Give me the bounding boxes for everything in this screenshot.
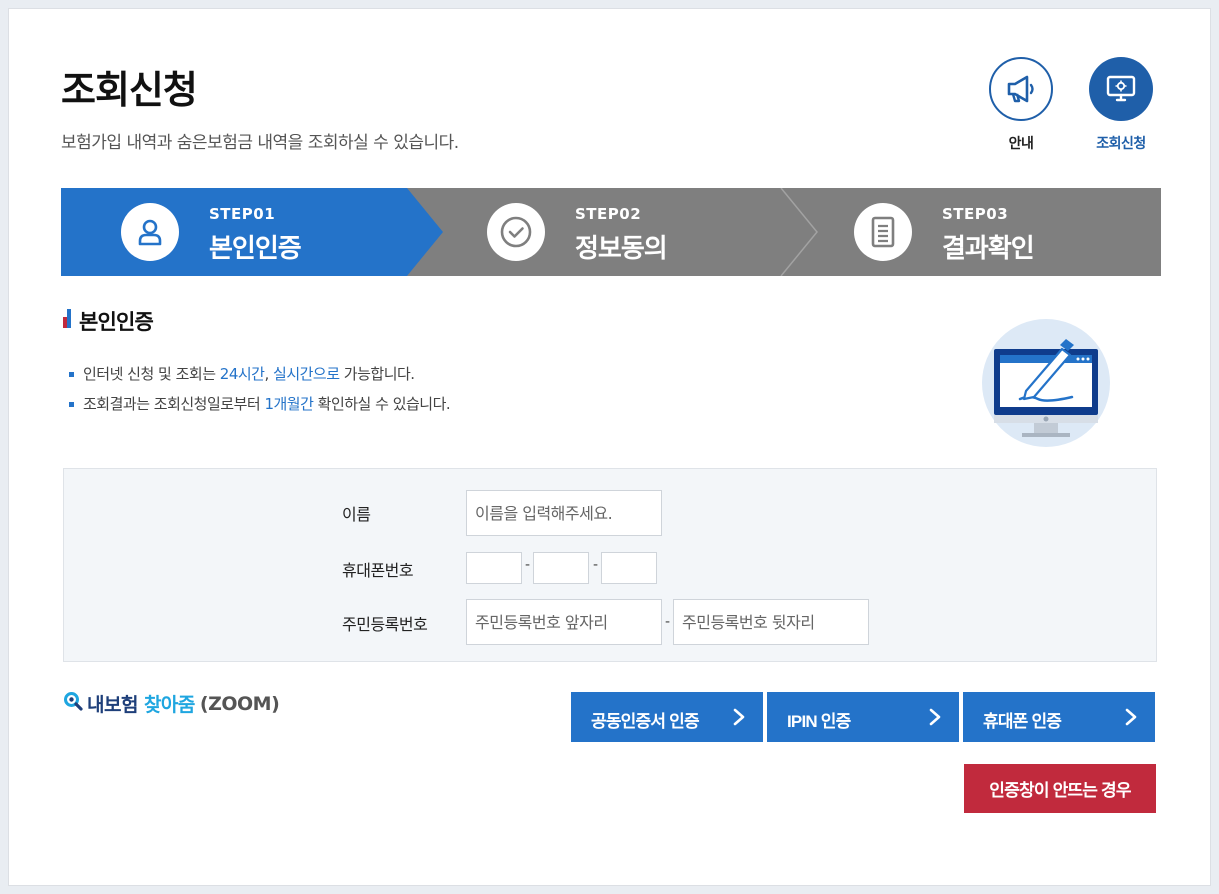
- step-3-name: 결과확인: [942, 234, 1035, 264]
- section-marker: [63, 309, 71, 328]
- chevron-right-icon: [929, 708, 941, 731]
- auth-form: 이름 휴대폰번호 - - 주민등록번호 -: [63, 468, 1157, 662]
- zoom-logo: 내보험 찾아줌 (ZOOM): [63, 690, 280, 717]
- step-1: STEP01 본인인증: [61, 188, 443, 276]
- guide-button-label: 안내: [1008, 136, 1034, 152]
- phone-separator: -: [525, 557, 531, 573]
- section-title: 본인인증: [63, 306, 154, 336]
- zoom-logo-part1: 내보험: [87, 694, 138, 716]
- magnifier-icon: [63, 691, 83, 716]
- list-item: 인터넷 신청 및 조회는 24시간, 실시간으로 가능합니다.: [67, 359, 450, 389]
- step-2-number: STEP02: [575, 205, 642, 223]
- phone-middle-input[interactable]: [533, 552, 589, 584]
- name-label: 이름: [342, 505, 371, 524]
- rrn-front-input[interactable]: [466, 599, 662, 645]
- zoom-logo-part3: (ZOOM): [199, 692, 280, 715]
- step-1-name: 본인인증: [209, 234, 302, 264]
- chevron-right-icon: [1125, 708, 1137, 731]
- list-item: 조회결과는 조회신청일로부터 1개월간 확인하실 수 있습니다.: [67, 389, 451, 419]
- step-2: STEP02 정보동의: [427, 188, 793, 276]
- ipin-auth-button[interactable]: IPIN 인증: [767, 692, 959, 742]
- popup-not-showing-button[interactable]: 인증창이 안뜨는 경우: [964, 764, 1156, 813]
- step-3: STEP03 결과확인: [794, 188, 1160, 276]
- step-2-name: 정보동의: [575, 234, 668, 264]
- step-3-number: STEP03: [942, 205, 1009, 223]
- monitor-gear-icon: [1089, 57, 1153, 121]
- rrn-back-input[interactable]: [673, 599, 869, 645]
- step-progress-bar: STEP01 본인인증 STEP02 정보동의 STEP03 결과확인: [61, 188, 1161, 276]
- apply-button[interactable]: 조회신청: [1086, 57, 1156, 153]
- chevron-right-icon: [733, 708, 745, 731]
- notice-list: 인터넷 신청 및 조회는 24시간, 실시간으로 가능합니다. 조회결과는 조회…: [67, 359, 451, 419]
- phone-auth-button[interactable]: 휴대폰 인증: [963, 692, 1155, 742]
- phone-first-input[interactable]: [466, 552, 522, 584]
- public-cert-auth-button[interactable]: 공동인증서 인증: [571, 692, 763, 742]
- page-container: 조회신청 보험가입 내역과 숨은보험금 내역을 조회하실 수 있습니다. 안내 …: [8, 8, 1211, 886]
- document-icon: [854, 203, 912, 261]
- phone-last-input[interactable]: [601, 552, 657, 584]
- person-icon: [121, 203, 179, 261]
- rrn-label: 주민등록번호: [342, 615, 428, 634]
- megaphone-icon: [989, 57, 1053, 121]
- phone-label: 휴대폰번호: [342, 561, 414, 580]
- zoom-logo-part2: 찾아줌: [143, 694, 195, 716]
- page-description: 보험가입 내역과 숨은보험금 내역을 조회하실 수 있습니다.: [61, 133, 459, 153]
- page-title: 조회신청: [61, 68, 198, 112]
- rrn-separator: -: [665, 614, 671, 630]
- check-circle-icon: [487, 203, 545, 261]
- name-input[interactable]: [466, 490, 662, 536]
- step-1-number: STEP01: [209, 205, 276, 223]
- monitor-illustration-icon: [982, 319, 1110, 447]
- guide-button[interactable]: 안내: [986, 57, 1056, 153]
- phone-separator: -: [593, 557, 599, 573]
- apply-button-label: 조회신청: [1096, 136, 1146, 152]
